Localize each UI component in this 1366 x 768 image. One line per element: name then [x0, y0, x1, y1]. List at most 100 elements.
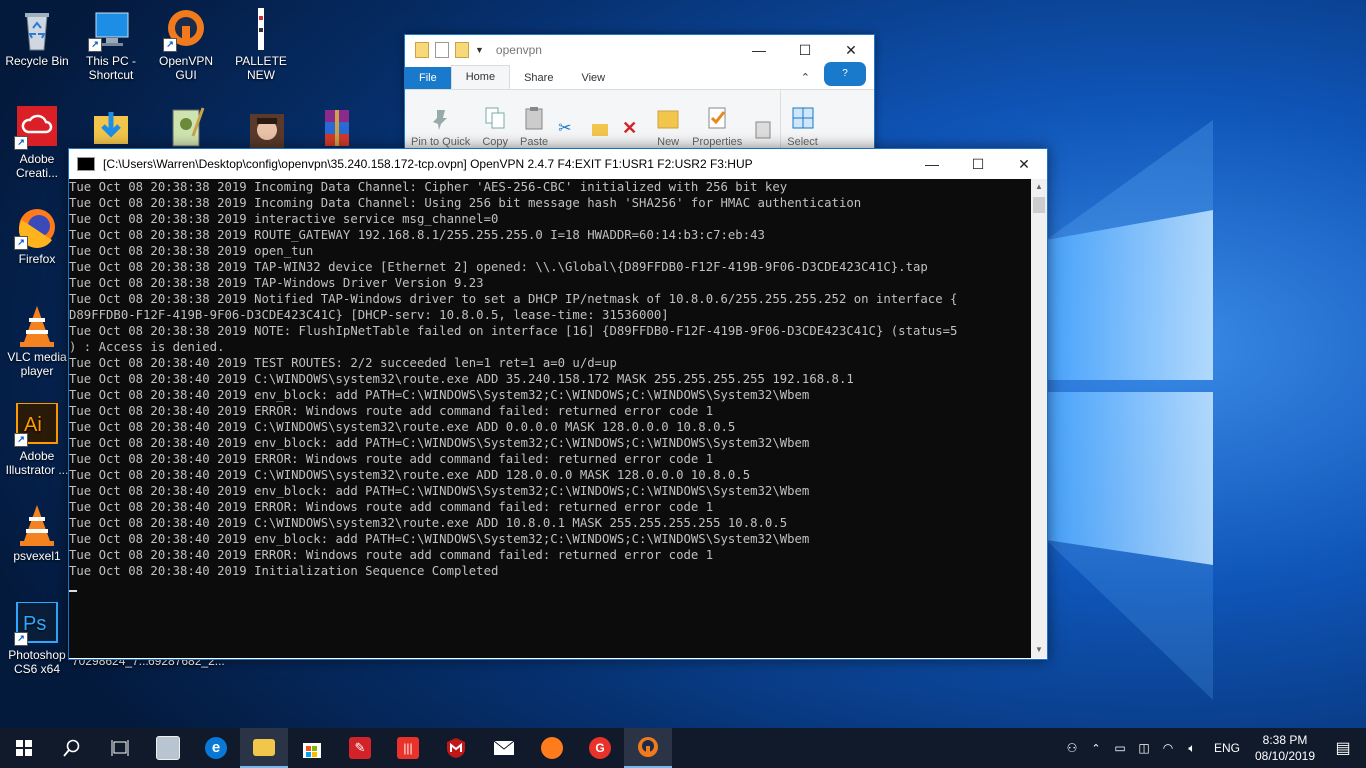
chevron-down-icon[interactable]: ▼ [475, 45, 484, 55]
explorer-title: openvpn [495, 43, 542, 57]
image-file-icon [238, 8, 284, 52]
desktop-icon-photo[interactable] [224, 106, 298, 152]
taskbar-app-file-explorer[interactable] [240, 728, 288, 768]
language-indicator[interactable]: ENG [1204, 741, 1250, 755]
volume-icon[interactable]: 🔈︎ [1180, 741, 1204, 756]
open-button[interactable] [748, 90, 780, 154]
help-icon[interactable]: ? [816, 59, 874, 89]
desktop-icon-this-pc[interactable]: ↗ This PC - Shortcut [74, 8, 148, 82]
tab-file[interactable]: File [405, 67, 451, 89]
vlc-cone-icon [14, 304, 60, 348]
taskbar-app-gmail[interactable]: G [576, 728, 624, 768]
taskbar-app-openvpn[interactable] [624, 728, 672, 768]
shortcut-arrow-icon: ↗ [163, 38, 177, 52]
maximize-button[interactable]: ☐ [955, 149, 1001, 179]
adobe-creative-cloud-icon: ↗ [14, 106, 60, 150]
acrobat-icon: ✎ [349, 737, 371, 759]
console-title: [C:\Users\Warren\Desktop\config\openvpn\… [103, 157, 753, 171]
taskbar-app-acrobat[interactable]: ✎ [336, 728, 384, 768]
scroll-down-icon[interactable]: ▼ [1031, 642, 1047, 658]
quick-access-toolbar: ▼ [415, 42, 484, 58]
desktop-icon-openvpn-gui[interactable]: ↗ OpenVPN GUI [149, 8, 223, 82]
openvpn-icon [638, 737, 658, 757]
desktop-icon-psvexel1[interactable]: psvexel1 [0, 503, 74, 563]
taskbar-app-store[interactable] [288, 728, 336, 768]
network-icon[interactable]: ◫ [1132, 741, 1156, 755]
explorer-titlebar[interactable]: ▼ openvpn — ☐ ✕ [405, 35, 874, 65]
paste-button[interactable]: Paste [514, 90, 554, 154]
search-button[interactable] [48, 728, 96, 768]
photo-thumbnail-icon [238, 106, 284, 150]
desktop-icon-winrar[interactable] [299, 106, 373, 152]
clock[interactable]: 8:38 PM 08/10/2019 [1250, 732, 1320, 764]
file-explorer-window[interactable]: ▼ openvpn — ☐ ✕ File Home Share View ⌃ ?… [404, 34, 875, 156]
scroll-up-icon[interactable]: ▲ [1031, 179, 1047, 195]
image-thumbnail-icon [163, 106, 209, 150]
taskbar-app-mail[interactable] [480, 728, 528, 768]
shortcut-arrow-icon: ↗ [14, 236, 28, 250]
desktop-icon-label: Recycle Bin [5, 54, 69, 68]
chevron-up-icon[interactable]: ⌃ [1084, 742, 1108, 755]
close-button[interactable]: ✕ [1001, 149, 1047, 179]
cut-button[interactable]: ✂ [554, 90, 586, 154]
desktop-icon-label: Adobe Illustrator ... [5, 449, 69, 477]
taskbar-app-edge[interactable]: e [192, 728, 240, 768]
delete-button[interactable]: ✕ [618, 90, 650, 154]
new-folder-button[interactable]: New [650, 90, 686, 154]
desktop-icon-image-file[interactable] [149, 106, 223, 152]
copy-button[interactable]: Copy [476, 90, 514, 154]
desktop-icon-photoshop[interactable]: Ps ↗ Photoshop CS6 x64 [0, 601, 74, 676]
search-icon [63, 739, 80, 757]
recycle-bin-icon [14, 8, 60, 52]
console-titlebar[interactable]: [C:\Users\Warren\Desktop\config\openvpn\… [69, 149, 1047, 179]
computer-icon [156, 736, 180, 760]
console-icon [77, 157, 95, 171]
openvpn-icon: ↗ [163, 8, 209, 52]
open-icon [752, 118, 776, 142]
wifi-icon[interactable]: ◠ [1156, 741, 1180, 755]
clock-time: 8:38 PM [1262, 733, 1308, 747]
tab-home[interactable]: Home [450, 65, 511, 89]
desktop-icon-folder[interactable] [74, 106, 148, 152]
move-to-folder-icon [590, 118, 614, 142]
taskbar-app-explorer-pinned[interactable] [144, 728, 192, 768]
taskbar-app-firefox[interactable] [528, 728, 576, 768]
minimize-button[interactable]: — [736, 35, 782, 65]
adobe-illustrator-icon: Ai ↗ [14, 402, 60, 447]
properties-button[interactable]: Properties [686, 90, 748, 154]
start-button[interactable] [0, 728, 48, 768]
battery-charging-icon[interactable]: ▭ [1108, 741, 1132, 755]
taskbar-app-music[interactable]: ||| [384, 728, 432, 768]
scrollbar-thumb[interactable] [1033, 197, 1045, 213]
new-folder-icon[interactable] [455, 42, 469, 58]
mcafee-shield-icon [447, 738, 465, 758]
winrar-archive-icon [313, 106, 359, 150]
scissors-icon: ✂ [558, 120, 572, 137]
vertical-scrollbar[interactable]: ▲ ▼ [1031, 179, 1047, 658]
desktop-icon-pallete-new[interactable]: PALLETE NEW [224, 8, 298, 82]
shortcut-arrow-icon: ↗ [14, 433, 28, 447]
properties-icon[interactable] [435, 42, 449, 58]
console-output-area[interactable]: Tue Oct 08 20:38:38 2019 Incoming Data C… [69, 179, 1031, 658]
computer-icon: ↗ [88, 8, 134, 52]
pin-to-quick-access-button[interactable]: Pin to Quick [405, 90, 476, 154]
people-icon[interactable]: ⚇ [1060, 741, 1084, 755]
desktop-icon-recycle-bin[interactable]: Recycle Bin [0, 8, 74, 68]
chevron-up-icon[interactable]: ⌃ [795, 66, 816, 89]
ribbon-home: Pin to Quick Copy Paste ✂ ✕ New Properti… [405, 90, 874, 154]
tab-view[interactable]: View [567, 67, 619, 89]
desktop-icon-adobe-creative[interactable]: ↗ Adobe Creati... [0, 106, 74, 180]
desktop-icon-vlc[interactable]: VLC media player [0, 304, 74, 378]
task-view-button[interactable] [96, 728, 144, 768]
action-center-icon[interactable]: ▤ [1320, 738, 1366, 758]
desktop-icon-illustrator[interactable]: Ai ↗ Adobe Illustrator ... [0, 402, 74, 477]
edge-icon: e [205, 737, 227, 759]
delete-x-icon: ✕ [622, 118, 638, 138]
taskbar-app-mcafee[interactable] [432, 728, 480, 768]
select-button[interactable]: Select [780, 90, 824, 154]
tab-share[interactable]: Share [510, 67, 567, 89]
move-to-button[interactable] [586, 90, 618, 154]
minimize-button[interactable]: — [909, 149, 955, 179]
desktop-icon-firefox[interactable]: ↗ Firefox [0, 206, 74, 266]
openvpn-console-window[interactable]: [C:\Users\Warren\Desktop\config\openvpn\… [68, 148, 1048, 660]
